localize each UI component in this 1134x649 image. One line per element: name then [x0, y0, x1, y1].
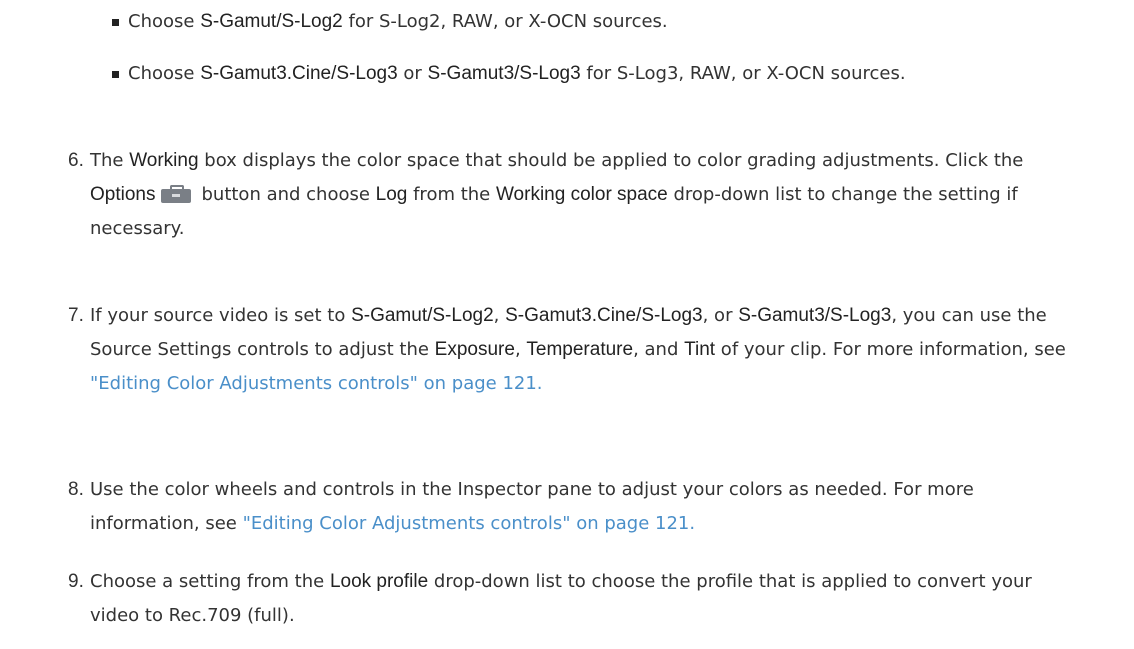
- bullet-text: Choose S-Gamut3.Cine/S-Log3 or S-Gamut3/…: [128, 63, 906, 84]
- ui-term: Log: [375, 184, 408, 205]
- ui-term: S-Gamut/S-Log2: [200, 11, 343, 32]
- bullet-marker: [112, 19, 119, 26]
- step-number: 9.: [68, 571, 84, 592]
- manual-page: Choose S-Gamut/S-Log2 for S-Log2, RAW, o…: [0, 0, 1134, 649]
- ui-term: S-Gamut3.Cine/S-Log3: [200, 63, 398, 84]
- ui-term: S-Gamut3/S-Log3: [738, 305, 892, 326]
- step-text: Choose a setting from the Look profile d…: [90, 571, 1032, 626]
- step-number: 7.: [68, 305, 84, 326]
- step-number: 6.: [68, 150, 84, 171]
- bullet-text: Choose S-Gamut/S-Log2 for S-Log2, RAW, o…: [128, 11, 668, 32]
- ui-term: Options: [90, 184, 156, 205]
- ui-term: S-Gamut/S-Log2: [351, 305, 494, 326]
- step-number: 8.: [68, 479, 84, 500]
- ui-term: S-Gamut3/S-Log3: [427, 63, 581, 84]
- ui-term: S-Gamut3.Cine/S-Log3: [505, 305, 703, 326]
- cross-reference-link[interactable]: "Editing Color Adjustments controls" on …: [90, 373, 543, 394]
- ui-term: Tint: [684, 339, 716, 360]
- ui-term: Working color space: [495, 184, 668, 205]
- step-text: The Working box displays the color space…: [90, 150, 1024, 239]
- list-item: Choose S-Gamut/S-Log2 for S-Log2, RAW, o…: [112, 5, 1072, 39]
- ui-term: Temperature: [526, 339, 634, 360]
- step-8: 8. Use the color wheels and controls in …: [68, 473, 1078, 541]
- bullet-marker: [112, 71, 119, 78]
- list-item: Choose S-Gamut3.Cine/S-Log3 or S-Gamut3/…: [112, 57, 1072, 91]
- ui-term: Exposure: [434, 339, 515, 360]
- step-text: If your source video is set to S-Gamut/S…: [90, 305, 1066, 394]
- toolbox-icon: [161, 185, 192, 203]
- step-6: 6. The Working box displays the color sp…: [68, 144, 1078, 246]
- cross-reference-link[interactable]: "Editing Color Adjustments controls" on …: [243, 513, 696, 534]
- step-9: 9. Choose a setting from the Look profil…: [68, 565, 1078, 633]
- ui-term: Working: [129, 150, 199, 171]
- step-text: Use the color wheels and controls in the…: [90, 479, 974, 534]
- step-7: 7. If your source video is set to S-Gamu…: [68, 299, 1078, 401]
- ui-term: Look profile: [329, 571, 429, 592]
